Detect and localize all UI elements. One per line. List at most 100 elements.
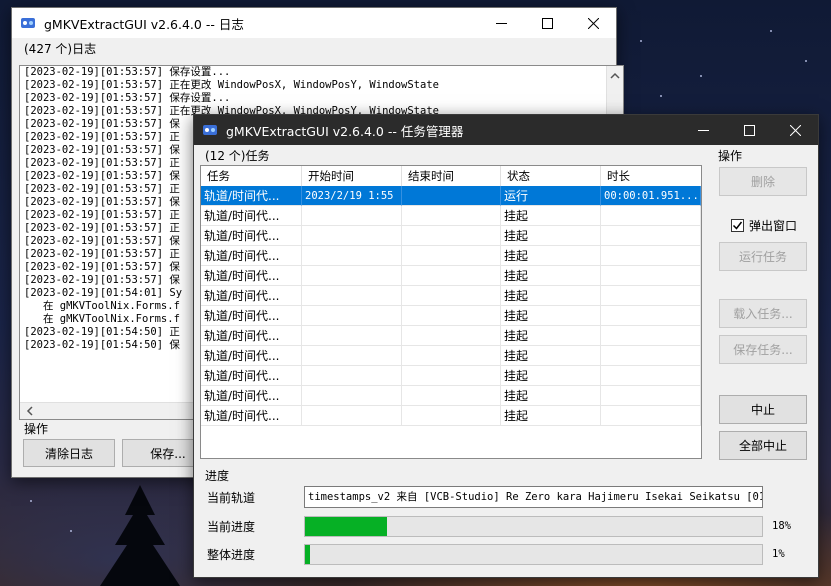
table-row[interactable]: 轨道/时间代... 挂起 xyxy=(201,386,701,406)
maximize-icon xyxy=(541,17,553,29)
app-icon xyxy=(203,125,217,135)
cell-end-time xyxy=(402,266,501,286)
scroll-left-icon xyxy=(26,406,33,416)
log-window-titlebar[interactable]: gMKVExtractGUI v2.6.4.0 -- 日志 xyxy=(12,8,616,38)
cell-duration xyxy=(601,206,701,226)
cell-start-time xyxy=(302,346,402,366)
cell-task: 轨道/时间代... xyxy=(201,266,302,286)
table-row[interactable]: 轨道/时间代... 挂起 xyxy=(201,326,701,346)
tasks-grid-header: 任务 开始时间 结束时间 状态 时长 xyxy=(201,166,701,187)
tasks-grid[interactable]: 任务 开始时间 结束时间 状态 时长 轨道/时间代... 2023/2/19 1:… xyxy=(200,165,702,459)
close-button[interactable] xyxy=(772,115,818,145)
log-line: [2023-02-19][01:53:57] 正在更改 WindowPosX, … xyxy=(24,79,439,91)
cell-status: 挂起 xyxy=(501,246,601,266)
scroll-up-icon xyxy=(610,72,620,79)
cell-status: 挂起 xyxy=(501,346,601,366)
current-progress-fill xyxy=(305,517,388,536)
cell-end-time xyxy=(402,286,501,306)
tasks-group-label: (12 个)任务 xyxy=(205,149,270,163)
cell-status: 挂起 xyxy=(501,306,601,326)
cell-task: 轨道/时间代... xyxy=(201,226,302,246)
cell-status: 挂起 xyxy=(501,366,601,386)
table-row[interactable]: 轨道/时间代... 挂起 xyxy=(201,226,701,246)
abort-button[interactable]: 中止 xyxy=(719,395,807,424)
cell-status: 挂起 xyxy=(501,206,601,226)
app-icon xyxy=(21,18,35,28)
popup-window-checkbox[interactable] xyxy=(731,219,744,232)
cell-start-time xyxy=(302,246,402,266)
cell-status: 挂起 xyxy=(501,406,601,426)
cell-status: 挂起 xyxy=(501,386,601,406)
cell-task: 轨道/时间代... xyxy=(201,326,302,346)
cell-start-time xyxy=(302,266,402,286)
cell-start-time xyxy=(302,286,402,306)
table-row[interactable]: 轨道/时间代... 挂起 xyxy=(201,306,701,326)
cell-start-time xyxy=(302,366,402,386)
delete-task-button[interactable]: 删除 xyxy=(719,167,807,196)
cell-task: 轨道/时间代... xyxy=(201,286,302,306)
cell-end-time xyxy=(402,366,501,386)
log-actions-label: 操作 xyxy=(24,422,49,436)
cell-status: 挂起 xyxy=(501,226,601,246)
table-row[interactable]: 轨道/时间代... 挂起 xyxy=(201,346,701,366)
run-tasks-button[interactable]: 运行任务 xyxy=(719,242,807,271)
cell-end-time xyxy=(402,326,501,346)
pine-tree-silhouette xyxy=(100,485,180,586)
minimize-button[interactable] xyxy=(680,115,726,145)
current-progress-bar xyxy=(304,516,763,537)
log-group-label: (427 个)日志 xyxy=(24,42,97,56)
table-row[interactable]: 轨道/时间代... 挂起 xyxy=(201,266,701,286)
cell-end-time xyxy=(402,386,501,406)
cell-start-time xyxy=(302,326,402,346)
current-track-field[interactable]: timestamps_v2 来自 [VCB-Studio] Re Zero ka… xyxy=(304,486,763,508)
cell-start-time xyxy=(302,206,402,226)
maximize-button[interactable] xyxy=(726,115,772,145)
cell-start-time xyxy=(302,406,402,426)
cell-duration: 00:00:01.951... xyxy=(601,186,701,206)
table-row[interactable]: 轨道/时间代... 2023/2/19 1:55 运行 00:00:01.951... xyxy=(201,186,701,206)
overall-progress-label: 整体进度 xyxy=(207,548,256,562)
task-manager-titlebar[interactable]: gMKVExtractGUI v2.6.4.0 -- 任务管理器 xyxy=(194,115,818,145)
maximize-button[interactable] xyxy=(524,8,570,38)
table-row[interactable]: 轨道/时间代... 挂起 xyxy=(201,366,701,386)
cell-duration xyxy=(601,226,701,246)
cell-task: 轨道/时间代... xyxy=(201,186,302,206)
abort-all-button[interactable]: 全部中止 xyxy=(719,431,807,460)
popup-window-label[interactable]: 弹出窗口 xyxy=(749,217,797,234)
table-row[interactable]: 轨道/时间代... 挂起 xyxy=(201,286,701,306)
log-line: [2023-02-19][01:53:57] 保存设置... xyxy=(24,66,231,78)
cell-end-time xyxy=(402,346,501,366)
column-header-task[interactable]: 任务 xyxy=(201,166,302,186)
minimize-icon xyxy=(495,22,507,24)
cell-duration xyxy=(601,286,701,306)
column-header-duration[interactable]: 时长 xyxy=(601,166,701,186)
cell-duration xyxy=(601,266,701,286)
task-manager-title: gMKVExtractGUI v2.6.4.0 -- 任务管理器 xyxy=(226,123,464,139)
log-window-title: gMKVExtractGUI v2.6.4.0 -- 日志 xyxy=(44,16,244,32)
cell-duration xyxy=(601,326,701,346)
table-row[interactable]: 轨道/时间代... 挂起 xyxy=(201,246,701,266)
cell-task: 轨道/时间代... xyxy=(201,306,302,326)
load-tasks-button[interactable]: 载入任务... xyxy=(719,299,807,328)
cell-duration xyxy=(601,346,701,366)
save-tasks-button[interactable]: 保存任务... xyxy=(719,335,807,364)
log-line: [2023-02-19][01:53:57] 保存设置... xyxy=(24,92,231,104)
close-icon xyxy=(587,17,599,29)
checkmark-icon xyxy=(732,221,743,230)
table-row[interactable]: 轨道/时间代... 挂起 xyxy=(201,206,701,226)
current-track-label: 当前轨道 xyxy=(207,491,256,505)
cell-task: 轨道/时间代... xyxy=(201,246,302,266)
cell-end-time xyxy=(402,306,501,326)
task-actions-label: 操作 xyxy=(718,149,743,163)
cell-start-time xyxy=(302,386,402,406)
column-header-end-time[interactable]: 结束时间 xyxy=(402,166,501,186)
minimize-button[interactable] xyxy=(478,8,524,38)
clear-log-button[interactable]: 清除日志 xyxy=(23,439,115,467)
cell-end-time xyxy=(402,186,501,206)
column-header-start-time[interactable]: 开始时间 xyxy=(302,166,402,186)
close-button[interactable] xyxy=(570,8,616,38)
cell-end-time xyxy=(402,226,501,246)
column-header-status[interactable]: 状态 xyxy=(501,166,601,186)
table-row[interactable]: 轨道/时间代... 挂起 xyxy=(201,406,701,426)
overall-progress-bar xyxy=(304,544,763,565)
